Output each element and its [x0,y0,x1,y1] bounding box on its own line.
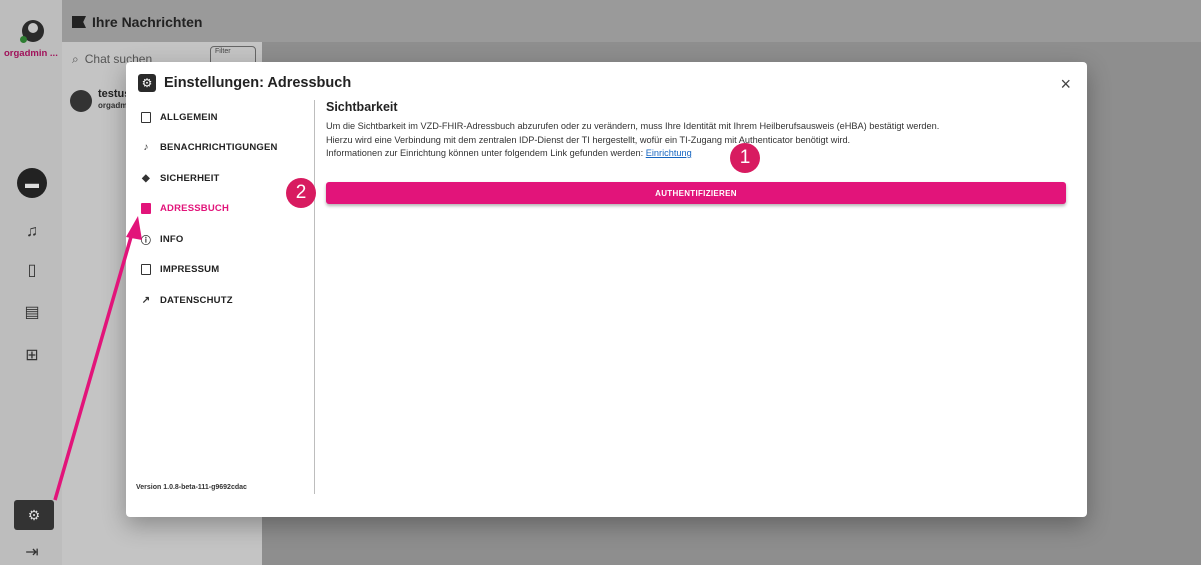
nav-item-benachrichtigungen[interactable]: ♪ BENACHRICHTIGUNGEN [136,133,314,164]
contacts-icon [140,203,152,215]
filter-label: Filter [215,48,231,55]
nav-label: ADRESSBUCH [160,203,230,215]
bell-icon: ♪ [143,142,149,154]
external-link-icon: ↗ [141,294,151,306]
flag-icon [72,16,86,28]
dialog-title: Einstellungen: Adressbuch [164,75,352,91]
settings-nav: ALLGEMEIN ♪ BENACHRICHTIGUNGEN ◆ SICHERH… [136,102,314,316]
shield-icon: ◆ [142,172,150,184]
add-icon[interactable]: ⊞ [20,343,44,367]
einrichtung-link[interactable]: Einrichtung [646,148,692,158]
vertical-divider [314,100,315,494]
settings-content: Sichtbarkeit Um die Sichtbarkeit im VZD-… [326,100,1066,204]
alarm-bell-icon[interactable]: ♫ [20,220,44,244]
document-icon [140,264,152,276]
nav-label: BENACHRICHTIGUNGEN [160,142,278,154]
logout-icon[interactable]: ⇥ [20,540,44,564]
top-bar [62,0,1201,42]
nav-label: SICHERHEIT [160,172,220,184]
phone-icon[interactable]: ▯ [20,258,44,282]
nav-label: ALLGEMEIN [160,111,218,123]
annotation-badge-1: 1 [730,143,760,173]
chat-item-avatar[interactable] [70,90,92,112]
online-status-dot [20,36,27,43]
chat-bubble-icon[interactable]: ▬ [17,168,47,198]
nav-label: DATENSCHUTZ [160,294,233,306]
dialog-header: ⚙ Einstellungen: Adressbuch [138,74,351,92]
nav-label: INFO [160,233,184,245]
username-label: orgadmin ... [4,48,58,59]
authenticate-button[interactable]: AUTHENTIFIZIEREN [326,182,1066,204]
close-icon[interactable]: × [1060,74,1071,95]
chat-item-subtitle: orgadm [98,101,128,110]
annotation-badge-2: 2 [286,178,316,208]
settings-dialog: ⚙ Einstellungen: Adressbuch × ALLGEMEIN … [126,62,1087,517]
nav-item-info[interactable]: ⓘ INFO [136,224,314,255]
settings-gear-icon[interactable]: ⚙ [14,500,54,530]
search-icon: ⌕ [72,52,79,66]
version-label: Version 1.0.8-beta-111-g9692cdac [136,484,247,491]
messages-header: Ihre Nachrichten [72,14,202,30]
section-title: Sichtbarkeit [326,100,398,114]
description-line-1: Um die Sichtbarkeit im VZD-FHIR-Adressbu… [326,121,940,131]
info-text: Informationen zur Einrichtung können unt… [326,148,646,158]
general-icon [140,111,152,123]
left-rail [0,0,62,565]
nav-label: IMPRESSUM [160,264,220,276]
settings-icon: ⚙ [138,74,156,92]
nav-item-allgemein[interactable]: ALLGEMEIN [136,102,314,133]
messages-title: Ihre Nachrichten [92,14,203,30]
nav-item-impressum[interactable]: IMPRESSUM [136,255,314,286]
description-line-2: Hierzu wird eine Verbindung mit dem zent… [326,134,851,145]
nav-item-datenschutz[interactable]: ↗ DATENSCHUTZ [136,285,314,316]
info-icon: ⓘ [140,235,152,247]
contacts-icon[interactable]: ▤ [20,300,44,324]
description-line-3: Informationen zur Einrichtung können unt… [326,147,1066,161]
